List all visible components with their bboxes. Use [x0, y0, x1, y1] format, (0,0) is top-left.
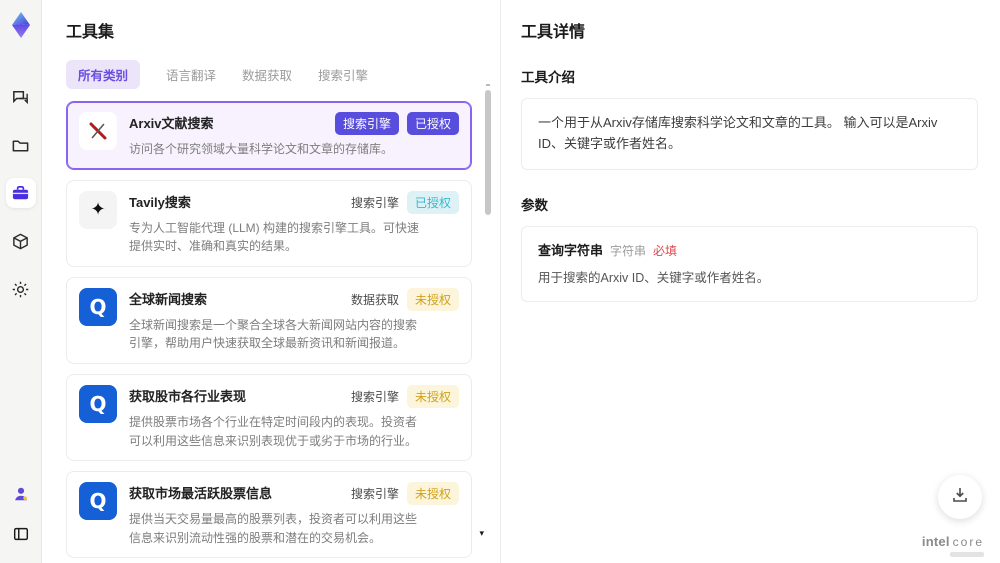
tool-list-panel: 工具集 所有类别 语言翻译 数据获取 搜索引擎 Arxiv文献搜索 搜索引擎 已…: [42, 0, 500, 563]
detail-title: 工具详情: [521, 24, 586, 41]
cube-icon: [11, 232, 30, 251]
category-label: 搜索引擎: [350, 195, 399, 210]
list-scrollbar[interactable]: [485, 84, 491, 556]
tavily-logo-icon: ✦: [79, 190, 117, 229]
tab-language-translation[interactable]: 语言翻译: [166, 60, 216, 89]
collapse-sidebar-button[interactable]: [6, 519, 36, 549]
category-tabs: 所有类别 语言翻译 数据获取 搜索引擎: [66, 60, 472, 89]
arxiv-logo-icon: [79, 112, 117, 150]
category-label: 搜索引擎: [350, 389, 399, 404]
page-title: 工具集: [66, 24, 115, 41]
sidebar-nav: [5, 82, 36, 304]
tool-name: 全球新闻搜索: [129, 291, 208, 307]
tab-search-engine[interactable]: 搜索引擎: [318, 60, 368, 89]
tool-card-list: Arxiv文献搜索 搜索引擎 已授权 访问各个研究领域大量科学论文和文章的存储库…: [66, 101, 472, 563]
auth-status-badge: 未授权: [406, 384, 459, 408]
sidebar: [0, 0, 42, 563]
tool-description: 访问各个研究领域大量科学论文和文章的存储库。: [129, 142, 394, 156]
auth-status-badge: 已授权: [406, 190, 459, 214]
app-window: 工具集 所有类别 语言翻译 数据获取 搜索引擎 Arxiv文献搜索 搜索引擎 已…: [0, 0, 1000, 563]
category-label: 搜索引擎: [350, 487, 399, 502]
tool-card-arxiv[interactable]: Arxiv文献搜索 搜索引擎 已授权 访问各个研究领域大量科学论文和文章的存储库…: [66, 101, 472, 170]
scroll-down-caret-icon: ▾: [479, 528, 484, 538]
user-avatar[interactable]: [6, 479, 36, 509]
sidebar-item-files[interactable]: [6, 130, 36, 160]
tool-description: 全球新闻搜索是一个聚合全球各大新闻网站内容的搜索引擎，帮助用户快速获取全球最新资…: [129, 317, 418, 351]
scrollbar-up-arrow[interactable]: [486, 84, 490, 86]
news-q-logo-icon: Q: [79, 287, 117, 326]
tool-name: 获取市场最活跃股票信息: [129, 486, 273, 502]
download-button[interactable]: [938, 475, 982, 519]
stock-q-logo-icon: Q: [79, 482, 117, 521]
sidebar-item-settings[interactable]: [6, 274, 36, 304]
tool-detail-panel: 工具详情 工具介绍 一个用于从Arxiv存储库搜索科学论文和文章的工具。 输入可…: [500, 0, 1000, 563]
tab-data-acquisition[interactable]: 数据获取: [242, 60, 292, 89]
tab-all-categories[interactable]: 所有类别: [66, 60, 141, 89]
sidebar-item-toolbox[interactable]: [5, 178, 36, 208]
panel-toggle-icon: [12, 525, 30, 543]
tool-card-global-news[interactable]: Q 全球新闻搜索 数据获取 未授权 全球新闻搜索是一个聚合全球各大新闻网站内容的…: [66, 276, 472, 364]
download-icon: [950, 485, 970, 510]
params-heading: 参数: [521, 197, 548, 213]
intel-core-logo: intel core: [921, 534, 984, 549]
tool-description: 专为人工智能代理 (LLM) 构建的搜索引擎工具。可快速提供实时、准确和真实的结…: [129, 220, 420, 254]
tool-name: Arxiv文献搜索: [129, 116, 214, 131]
param-type: 字符串: [610, 243, 647, 258]
sidebar-bottom: [6, 479, 36, 549]
app-logo-icon[interactable]: [6, 10, 36, 40]
auth-status-badge: 已授权: [406, 112, 459, 135]
tool-card-most-active-stocks[interactable]: Q 获取市场最活跃股票信息 搜索引擎 未授权 提供当天交易量最高的股票列表，投资…: [66, 471, 472, 559]
category-badge: 搜索引擎: [334, 112, 399, 135]
toolbox-icon: [11, 184, 30, 203]
stock-q-logo-icon: Q: [79, 384, 117, 423]
category-label: 数据获取: [350, 292, 399, 307]
auth-status-badge: 未授权: [406, 482, 459, 506]
intro-box: 一个用于从Arxiv存储库搜索科学论文和文章的工具。 输入可以是Arxiv ID…: [521, 98, 978, 170]
sidebar-item-models[interactable]: [6, 226, 36, 256]
tool-card-tavily[interactable]: ✦ Tavily搜索 搜索引擎 已授权 专为人工智能代理 (LLM) 构建的搜索…: [66, 179, 472, 267]
intro-text: 一个用于从Arxiv存储库搜索科学论文和文章的工具。 输入可以是Arxiv ID…: [538, 115, 938, 151]
folder-icon: [11, 136, 30, 155]
parameter-box: 查询字符串 字符串 必填 用于搜索的Arxiv ID、关键字或作者姓名。: [521, 225, 978, 302]
auth-status-badge: 未授权: [406, 287, 459, 311]
tool-description: 提供当天交易量最高的股票列表，投资者可以利用这些信息来识别流动性强的股票和潜在的…: [129, 512, 418, 545]
param-required-flag: 必填: [653, 243, 678, 258]
user-icon: [12, 485, 30, 503]
param-name: 查询字符串: [538, 242, 604, 258]
tool-name: Tavily搜索: [129, 194, 191, 210]
gear-icon: [11, 280, 30, 299]
tool-description: 提供股票市场各个行业在特定时间段内的表现。投资者可以利用这些信息来识别表现优于或…: [129, 414, 418, 448]
intel-logo-sub-mark: [950, 552, 984, 557]
sidebar-item-chat[interactable]: [6, 82, 36, 112]
chat-icon: [11, 88, 30, 107]
tool-name: 获取股市各行业表现: [129, 388, 247, 404]
intro-heading: 工具介绍: [521, 70, 575, 85]
tool-card-sector-performance[interactable]: Q 获取股市各行业表现 搜索引擎 未授权 提供股票市场各个行业在特定时间段内的表…: [66, 373, 472, 462]
scrollbar-thumb[interactable]: [485, 90, 491, 215]
param-description: 用于搜索的Arxiv ID、关键字或作者姓名。: [538, 270, 770, 285]
